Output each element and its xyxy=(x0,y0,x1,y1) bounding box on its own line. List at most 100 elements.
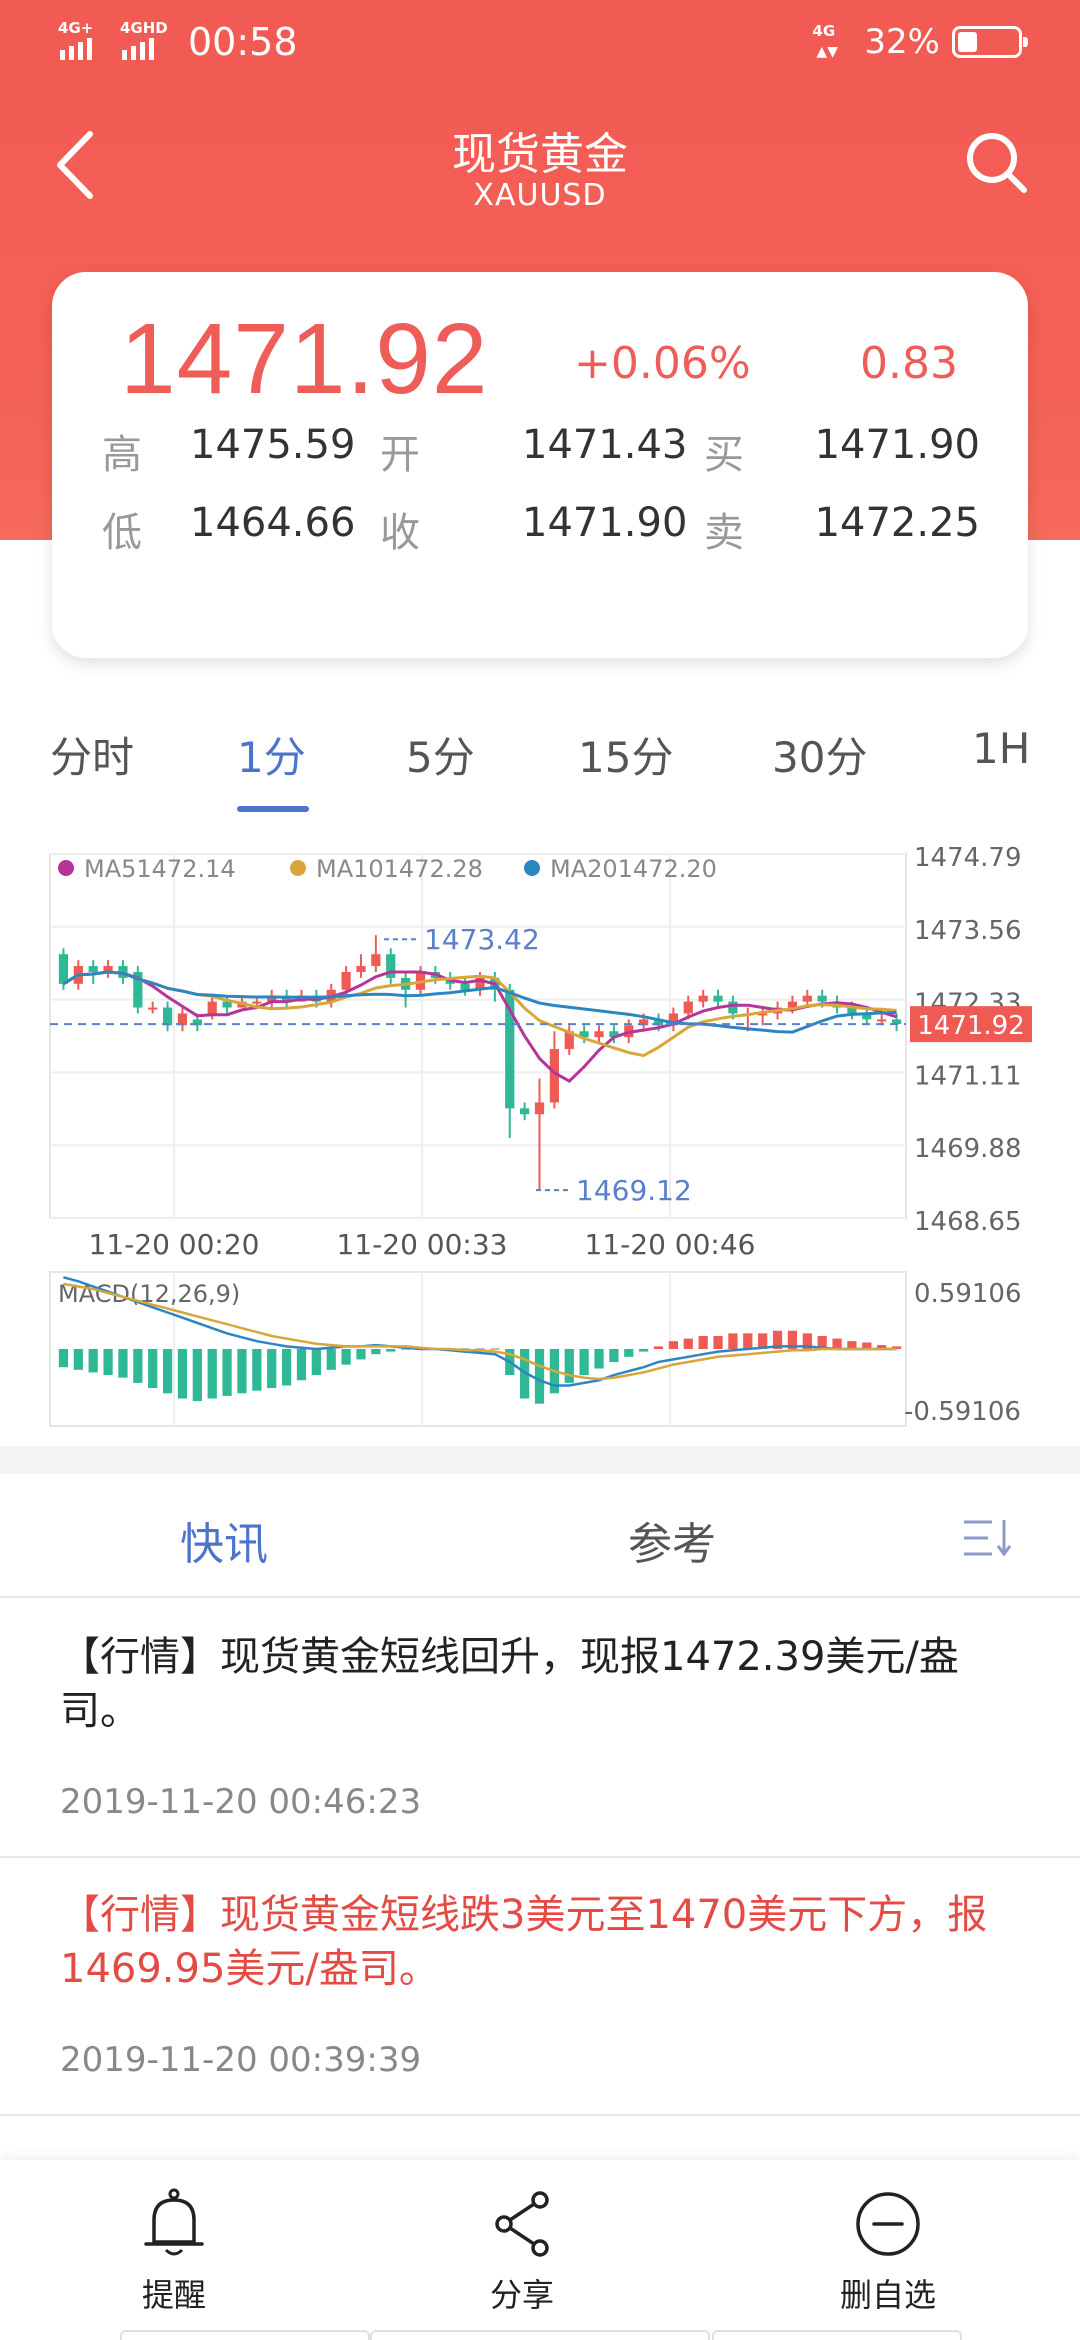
tab-1h[interactable]: 1H xyxy=(972,724,1030,773)
chart-frame xyxy=(49,853,907,1219)
macd-bar xyxy=(103,1349,113,1376)
candle-body xyxy=(698,995,708,1002)
macd-bar xyxy=(713,1335,723,1349)
macd-bar xyxy=(356,1349,366,1360)
remove-favorite-label: 删自选 xyxy=(839,2276,936,2314)
macd-bar xyxy=(88,1349,98,1373)
candle-body xyxy=(356,966,366,972)
news-divider xyxy=(0,1856,1080,1858)
macd-bar xyxy=(58,1349,69,1368)
macd-bar xyxy=(668,1341,679,1349)
candle-body xyxy=(252,1001,262,1004)
macd-bar xyxy=(222,1349,232,1396)
macd-bar xyxy=(639,1349,649,1352)
signal-icon: 4GHD xyxy=(120,19,168,62)
kline-chart[interactable]: 1474.791473.561472.331471.111469.881468.… xyxy=(0,840,1080,1440)
signal-tag: 4G+ xyxy=(58,19,94,37)
news-menu-button[interactable] xyxy=(962,1516,1022,1560)
news-text: 【行情】现货黄金短线跌3美元至1470美元下方，报1469.95美元/盎司。 xyxy=(60,1892,988,1992)
x-tick-label: 11-20 00:20 xyxy=(89,1228,260,1261)
tab-reference[interactable]: 参考 xyxy=(628,1508,716,1572)
candle-body xyxy=(594,1031,604,1038)
macd-bar xyxy=(267,1349,277,1389)
max-price-label: 1473.42 xyxy=(424,923,540,956)
value-buy: 1471.90 xyxy=(814,422,980,468)
macd-bar xyxy=(281,1349,292,1386)
remind-button[interactable]: 提醒 xyxy=(84,2188,264,2316)
signal-tag: 4GHD xyxy=(120,19,168,37)
share-button[interactable]: 分享 xyxy=(432,2188,612,2316)
list-sort-icon xyxy=(964,1520,1012,1557)
macd-bar xyxy=(698,1335,708,1349)
tab-30min[interactable]: 30分 xyxy=(772,724,867,785)
share-label: 分享 xyxy=(489,2276,554,2314)
legend-marker xyxy=(58,860,74,876)
share-icon xyxy=(495,2191,549,2257)
section-divider xyxy=(0,1446,1080,1474)
value-sell: 1472.25 xyxy=(814,500,980,546)
news-divider xyxy=(0,2114,1080,2116)
candle-body xyxy=(148,1007,158,1010)
candle-body xyxy=(802,995,812,1002)
status-bar: 4G+ 4GHD 00:58 4G ▲▼ 32% xyxy=(0,0,1080,84)
macd-bar xyxy=(564,1349,574,1383)
news-time: 2019-11-20 00:46:23 xyxy=(60,1782,422,1822)
bottom-action-bar: 提醒 分享 删自选 xyxy=(0,2160,1080,2340)
news-text: 【行情】现货黄金短线回升，现报1472.39美元/盎司。 xyxy=(60,1634,959,1734)
macd-bar xyxy=(386,1349,396,1352)
search-button[interactable] xyxy=(964,130,1030,196)
macd-bar xyxy=(177,1349,188,1399)
macd-bar xyxy=(594,1349,604,1369)
label-buy: 买 xyxy=(704,432,744,478)
macd-bar xyxy=(624,1349,634,1357)
battery-icon xyxy=(952,26,1028,58)
macd-bar xyxy=(237,1349,247,1394)
macd-bar xyxy=(192,1349,202,1402)
macd-bar xyxy=(743,1333,753,1349)
x-tick-label: 11-20 00:46 xyxy=(585,1228,756,1261)
network-icon: 4G ▲▼ xyxy=(812,22,838,60)
candle-body xyxy=(341,971,351,990)
macd-bar xyxy=(534,1349,545,1404)
y-tick-label: 1469.88 xyxy=(914,1134,1022,1164)
macd-bar xyxy=(252,1349,262,1391)
macd-bar xyxy=(579,1349,589,1376)
remove-circle-icon xyxy=(856,2192,920,2256)
y-tick-label: 1474.79 xyxy=(914,843,1022,873)
y-tick-label: 1473.56 xyxy=(914,916,1022,946)
macd-bar xyxy=(148,1349,158,1389)
macd-bar xyxy=(728,1333,738,1349)
value-high: 1475.59 xyxy=(190,422,356,468)
signal-icon: 4G+ xyxy=(58,19,106,62)
macd-bar xyxy=(371,1349,381,1355)
news-item[interactable]: 【行情】现货黄金短线回升，现报1472.39美元/盎司。 2019-11-20 … xyxy=(0,1630,1080,1858)
candle-body xyxy=(207,1001,217,1014)
macd-bar xyxy=(133,1349,143,1383)
tab-1min[interactable]: 1分 xyxy=(237,724,306,785)
macd-bar xyxy=(832,1338,842,1349)
label-low: 低 xyxy=(102,510,142,556)
legend-marker xyxy=(524,860,540,876)
candle-body xyxy=(817,995,827,1002)
macd-bar xyxy=(73,1349,83,1370)
nav-handle xyxy=(712,2330,962,2340)
news-tab-divider xyxy=(0,1596,1080,1598)
news-item[interactable]: 【行情】现货黄金短线跌3美元至1470美元下方，报1469.95美元/盎司。 2… xyxy=(0,1888,1080,2118)
news-time: 2019-11-20 00:39:39 xyxy=(60,2040,422,2080)
remind-label: 提醒 xyxy=(141,2276,206,2314)
macd-bar xyxy=(162,1349,173,1394)
tab-15min[interactable]: 15分 xyxy=(578,724,673,785)
candle-body xyxy=(520,1108,530,1115)
macd-bar xyxy=(609,1349,619,1363)
legend-label: MA201472.20 xyxy=(550,855,717,883)
value-open: 1471.43 xyxy=(522,422,688,468)
battery-percent: 32% xyxy=(864,22,940,62)
tab-time-share[interactable]: 分时 xyxy=(50,724,134,785)
tab-flash-news[interactable]: 快讯 xyxy=(180,1508,268,1572)
remove-favorite-button[interactable]: 删自选 xyxy=(798,2188,978,2316)
candle-body xyxy=(88,966,98,972)
nav-handle xyxy=(370,2330,710,2340)
tab-5min[interactable]: 5分 xyxy=(406,724,475,785)
legend-label: MA51472.14 xyxy=(84,855,236,883)
current-price: 1471.92 xyxy=(120,303,489,415)
